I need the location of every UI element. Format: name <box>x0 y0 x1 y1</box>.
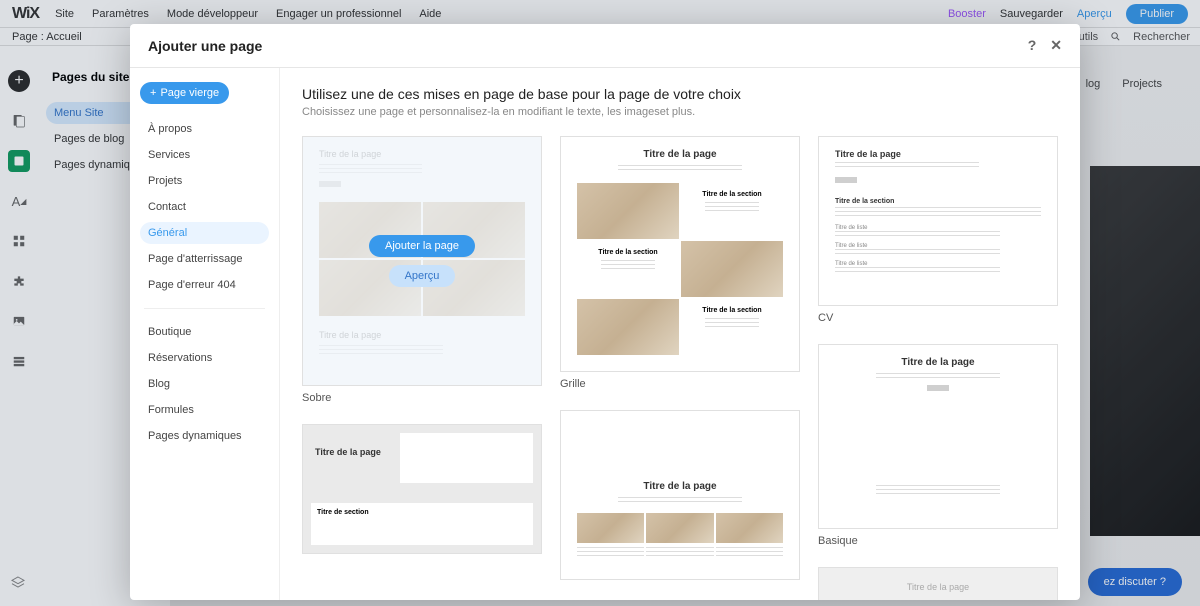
modal-header: Ajouter une page ? ✕ <box>130 24 1080 68</box>
template-label: Grille <box>560 378 800 390</box>
templates-heading: Utilisez une de ces mises en page de bas… <box>302 86 1058 102</box>
preview-button[interactable]: Aperçu <box>389 265 456 287</box>
template-card[interactable]: Titre de la page <box>818 567 1058 600</box>
cat-bookings[interactable]: Réservations <box>140 347 269 369</box>
close-icon[interactable]: ✕ <box>1050 37 1062 54</box>
cat-blog[interactable]: Blog <box>140 373 269 395</box>
modal-sidebar: +Page vierge À propos Services Projets C… <box>130 68 280 600</box>
template-card[interactable]: Titre de la page Titre de section <box>302 424 542 554</box>
template-card-basique[interactable]: Titre de la page Basique <box>818 344 1058 547</box>
template-card-grille[interactable]: Titre de la page Titre de la section Tit… <box>560 136 800 390</box>
template-label: Basique <box>818 535 1058 547</box>
cat-dynamic[interactable]: Pages dynamiques <box>140 425 269 447</box>
modal-title: Ajouter une page <box>148 38 262 54</box>
templates-area: Utilisez une de ces mises en page de bas… <box>280 68 1080 600</box>
add-page-button[interactable]: Ajouter la page <box>369 235 475 257</box>
cat-store[interactable]: Boutique <box>140 321 269 343</box>
cat-general[interactable]: Général <box>140 222 269 244</box>
cat-forms[interactable]: Formules <box>140 399 269 421</box>
help-icon[interactable]: ? <box>1028 37 1037 54</box>
cat-404[interactable]: Page d'erreur 404 <box>140 274 269 296</box>
cat-about[interactable]: À propos <box>140 118 269 140</box>
add-page-modal: Ajouter une page ? ✕ +Page vierge À prop… <box>130 24 1080 600</box>
cat-landing[interactable]: Page d'atterrissage <box>140 248 269 270</box>
cat-services[interactable]: Services <box>140 144 269 166</box>
cat-contact[interactable]: Contact <box>140 196 269 218</box>
blank-page-button[interactable]: +Page vierge <box>140 82 229 104</box>
cat-projects[interactable]: Projets <box>140 170 269 192</box>
templates-sub: Choisissez une page et personnalisez-la … <box>302 106 1058 118</box>
template-label: CV <box>818 312 1058 324</box>
template-card[interactable]: Titre de la page <box>560 410 800 580</box>
template-card-sobre[interactable]: Titre de la page Titre de la page Ajo <box>302 136 542 404</box>
template-card-cv[interactable]: Titre de la page Titre de la section Tit… <box>818 136 1058 324</box>
template-label: Sobre <box>302 392 542 404</box>
